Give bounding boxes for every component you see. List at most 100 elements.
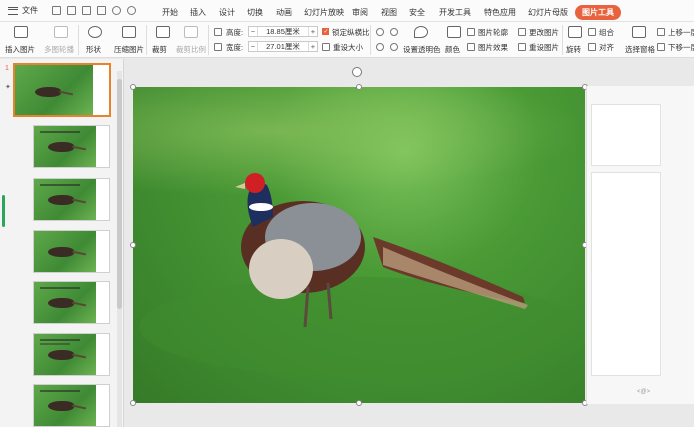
slide-thumbnail[interactable] (33, 125, 110, 168)
properties-pane: <@> (586, 86, 694, 404)
change-picture-icon (518, 28, 526, 36)
width-value[interactable]: 27.01厘米 (258, 41, 308, 52)
send-backward-button[interactable]: 下移一层 (668, 42, 694, 53)
bring-forward-button[interactable]: 上移一层 (668, 27, 694, 38)
thumb-text (40, 287, 80, 289)
insert-picture-button[interactable]: 插入图片 (5, 44, 35, 55)
resize-handle[interactable] (130, 84, 136, 90)
height-decrease[interactable]: − (249, 27, 258, 36)
tab-review[interactable]: 审阅 (352, 7, 368, 18)
export-icon[interactable] (67, 6, 76, 15)
compress-button[interactable]: 压缩图片 (114, 44, 144, 55)
rotate-handle-icon[interactable] (352, 67, 362, 77)
slide-thumbnail[interactable] (13, 63, 111, 117)
shape-button[interactable]: 形状 (86, 44, 101, 55)
crop-button[interactable]: 裁剪 (152, 44, 167, 55)
ribbon-separator (146, 25, 147, 55)
align-button[interactable]: 对齐 (599, 42, 614, 53)
multi-picture-button[interactable]: 多图轮播 (44, 44, 74, 55)
pheasant-image (139, 173, 579, 377)
brightness-up-icon[interactable] (376, 43, 384, 51)
file-menu[interactable]: 文件 (0, 5, 52, 16)
picture-effect-button[interactable]: 图片效果 (478, 42, 508, 53)
width-increase[interactable]: + (308, 42, 317, 51)
resize-handle[interactable] (130, 242, 136, 248)
lock-ratio-checkbox[interactable] (322, 28, 329, 35)
slide-thumbnail[interactable] (33, 230, 110, 273)
preview-icon[interactable] (97, 6, 106, 15)
thumb-pheasant (35, 87, 61, 97)
outline-icon (467, 28, 475, 36)
tab-picture-tools[interactable]: 图片工具 (575, 5, 621, 20)
align-icon (588, 43, 596, 51)
send-backward-icon (657, 43, 665, 51)
slide-thumbnail[interactable] (33, 178, 110, 221)
crop-ratio-button[interactable]: 裁剪比例 (176, 44, 206, 55)
panel-scrollbar[interactable] (117, 71, 122, 427)
brightness-down-icon[interactable] (390, 43, 398, 51)
rotate-button[interactable]: 旋转 (566, 44, 581, 55)
picture-outline-button[interactable]: 图片轮廓 (478, 27, 508, 38)
undo-icon[interactable] (112, 6, 121, 15)
panel-scrollbar-thumb[interactable] (117, 79, 122, 309)
change-picture-button[interactable]: 更改图片 (529, 27, 559, 38)
multi-picture-icon (54, 26, 68, 38)
tab-transition[interactable]: 切换 (247, 7, 263, 18)
compress-icon (122, 26, 136, 38)
slide-thumbnail[interactable] (33, 281, 110, 324)
select-pane-button[interactable]: 选择窗格 (625, 44, 655, 55)
height-value[interactable]: 18.85厘米 (258, 26, 308, 37)
thumb-pheasant (48, 247, 74, 257)
select-pane-icon (632, 26, 646, 38)
height-increase[interactable]: + (308, 27, 317, 36)
bring-forward-icon (657, 28, 665, 36)
tab-security[interactable]: 安全 (409, 7, 425, 18)
group-icon (588, 28, 596, 36)
color-button[interactable]: 颜色 (445, 44, 460, 55)
height-label: 高度: (226, 28, 244, 37)
file-menu-label: 文件 (22, 6, 38, 15)
color-icon (447, 26, 461, 38)
crop-ratio-icon (184, 26, 198, 38)
thumb-pheasant (48, 401, 74, 411)
thumb-pheasant (48, 195, 74, 205)
height-icon (214, 28, 222, 36)
reset-picture-button[interactable]: 重设图片 (529, 42, 559, 53)
selected-picture[interactable] (133, 87, 585, 403)
slide-thumbnail[interactable] (33, 384, 110, 427)
pane-section (591, 104, 661, 166)
redo-icon[interactable] (127, 6, 136, 15)
ribbon: 插入图片 多图轮播 形状 压缩图片 裁剪 裁剪比例 高度: − 18.85厘米 … (0, 22, 694, 58)
quick-access-toolbar (52, 6, 152, 15)
print-icon[interactable] (82, 6, 91, 15)
resize-handle[interactable] (356, 84, 362, 90)
tab-design[interactable]: 设计 (219, 7, 235, 18)
thumb-text (40, 343, 70, 345)
save-icon[interactable] (52, 6, 61, 15)
resize-handle[interactable] (130, 400, 136, 406)
transparent-color-button[interactable]: 设置透明色 (403, 44, 441, 55)
width-decrease[interactable]: − (249, 42, 258, 51)
width-stepper[interactable]: − 27.01厘米 + (248, 41, 318, 52)
pin-icon[interactable]: ✦ (5, 83, 11, 91)
pane-footer: <@> (637, 389, 651, 395)
resize-handle[interactable] (356, 400, 362, 406)
tab-home[interactable]: 开始 (162, 7, 178, 18)
group-button[interactable]: 组合 (599, 27, 614, 38)
tab-slide-master[interactable]: 幻灯片母版 (528, 7, 568, 18)
tab-features[interactable]: 特色应用 (484, 7, 516, 18)
tab-slideshow[interactable]: 幻灯片放映 (304, 7, 344, 18)
tab-animation[interactable]: 动画 (276, 7, 292, 18)
tab-insert[interactable]: 插入 (190, 7, 206, 18)
tab-view[interactable]: 视图 (381, 7, 397, 18)
thumb-pheasant (48, 350, 74, 360)
slide-thumbnail-panel: 1 ✦ (0, 59, 124, 427)
slide-thumbnail[interactable] (33, 333, 110, 376)
height-stepper[interactable]: − 18.85厘米 + (248, 26, 318, 37)
reset-size-button[interactable]: 重设大小 (333, 42, 363, 53)
rotate-icon (568, 26, 582, 38)
tab-developer[interactable]: 开发工具 (439, 7, 471, 18)
rotate-right-icon[interactable] (390, 28, 398, 36)
thumb-pheasant (48, 298, 74, 308)
rotate-left-icon[interactable] (376, 28, 384, 36)
